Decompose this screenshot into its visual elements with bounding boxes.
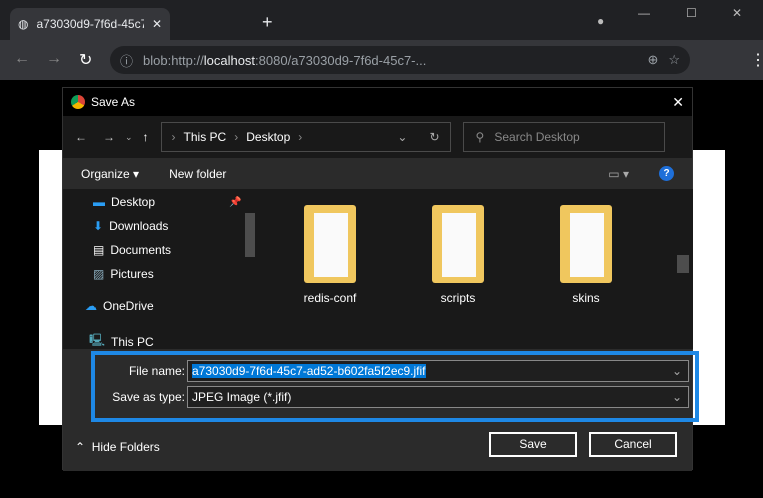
save-panel: File name: a73030d9-7f6d-45c7-ad52-b602f…: [63, 349, 699, 471]
zoom-icon[interactable]: ⊕: [647, 52, 658, 68]
globe-icon: ◍: [18, 17, 29, 31]
maximize-button[interactable]: ☐: [686, 6, 697, 20]
search-placeholder: Search Desktop: [494, 130, 580, 144]
nav-item-desktop[interactable]: ▬ Desktop: [93, 195, 155, 209]
info-icon: ⓘ: [120, 53, 134, 69]
refresh-icon[interactable]: ↻: [429, 130, 439, 144]
new-tab-button[interactable]: +: [262, 12, 273, 33]
command-bar: Organize ▾ New folder ▭ ▾ ?: [63, 158, 692, 189]
chrome-icon: [71, 95, 85, 109]
document-icon: ▤: [93, 243, 105, 257]
nav-label: This PC: [111, 334, 154, 349]
cancel-button[interactable]: Cancel: [589, 432, 677, 457]
breadcrumb[interactable]: › This PC › Desktop › ⌄ ↻: [160, 122, 451, 152]
forward-icon[interactable]: →: [46, 50, 62, 68]
url-text: blob:http://localhost:8080/a73030d9-7f6d…: [143, 53, 426, 68]
pin-icon: 📌: [229, 197, 242, 208]
minimize-button[interactable]: —: [638, 6, 650, 20]
tab-title: a73030d9-7f6d-45c7-ad52-b602fa5f2ec9.jfi…: [36, 17, 144, 31]
url-prefix: blob:http://: [143, 52, 204, 68]
folder-label: scripts: [440, 291, 476, 305]
save-type-select[interactable]: JPEG Image (*.jfif) ⌄: [187, 386, 689, 408]
navigation-pane: ▬ Desktop ⬇ Downloads ▤ Documents ▨ Pictures…: [63, 189, 259, 349]
nav-label: Downloads: [109, 219, 169, 233]
organize-button[interactable]: Organize ▾: [81, 167, 139, 181]
chevron-down-icon[interactable]: ⌄: [672, 390, 682, 404]
folder-label: skins: [572, 291, 600, 305]
nav-item-pictures[interactable]: ▨ Pictures: [93, 267, 154, 281]
nav-item-downloads[interactable]: ⬇ Downloads: [93, 219, 168, 233]
help-icon[interactable]: ?: [659, 166, 674, 181]
pictures-icon: ▨: [93, 267, 105, 281]
breadcrumb-desktop[interactable]: Desktop: [246, 130, 290, 144]
new-folder-button[interactable]: New folder: [169, 167, 226, 181]
nav-item-documents[interactable]: ▤ Documents: [93, 243, 171, 257]
url-rest: :8080/a73030d9-7f6d-45c7-...: [255, 52, 427, 68]
folder-item[interactable]: skins: [551, 205, 621, 305]
tab-strip: ◍ a73030d9-7f6d-45c7-ad52-b602fa5f2ec9.j…: [0, 0, 763, 40]
close-tab-icon[interactable]: ✕: [152, 17, 162, 31]
search-icon: ⚲: [475, 130, 485, 144]
profile-icon[interactable]: ●: [597, 14, 604, 28]
save-type-label: Save as type:: [112, 390, 185, 404]
url-host: localhost: [203, 52, 256, 68]
nav-item-onedrive[interactable]: ☁ OneDrive: [85, 299, 154, 313]
address-bar[interactable]: ⓘ blob:http://localhost:8080/a73030d9-7f…: [110, 46, 690, 74]
folder-icon: [304, 205, 356, 283]
browser-tab[interactable]: ◍ a73030d9-7f6d-45c7-ad52-b602fa5f2ec9.j…: [10, 8, 170, 40]
close-window-button[interactable]: ✕: [732, 6, 742, 20]
desktop-icon: ▬: [93, 195, 105, 209]
save-button[interactable]: Save: [489, 432, 577, 457]
file-name-label: File name:: [128, 364, 185, 378]
view-options-icon[interactable]: ▭ ▾: [608, 167, 629, 181]
dialog-titlebar: Save As ✕: [63, 88, 692, 116]
nav-label: OneDrive: [103, 299, 154, 313]
back-icon[interactable]: ←: [14, 50, 30, 68]
nav-label: Desktop: [111, 195, 156, 209]
folder-item[interactable]: redis-conf: [295, 205, 365, 305]
forward-icon[interactable]: →: [103, 130, 115, 144]
menu-icon[interactable]: ⋮: [750, 50, 763, 70]
nav-bar: ← → ⌄ ↑ › This PC › Desktop › ⌄ ↻ ⚲ Search D…: [63, 116, 692, 158]
file-name-value: a73030d9-7f6d-45c7-ad52-b602fa5f2ec9.jfi…: [192, 364, 426, 378]
folder-icon: [560, 205, 612, 283]
folder-icon: [432, 205, 484, 283]
reload-icon[interactable]: ↻: [79, 50, 92, 70]
hide-folders-label: Hide Folders: [91, 440, 160, 454]
folder-item[interactable]: scripts: [423, 205, 493, 305]
chevron-down-icon[interactable]: ⌄: [672, 364, 682, 378]
dialog-title: Save As: [91, 95, 136, 109]
file-name-input[interactable]: a73030d9-7f6d-45c7-ad52-b602fa5f2ec9.jfi…: [187, 360, 689, 382]
download-icon: ⬇: [93, 219, 104, 233]
up-icon[interactable]: ↑: [143, 130, 149, 144]
search-input[interactable]: ⚲ Search Desktop: [462, 122, 665, 152]
file-list: redis-conf scripts skins: [263, 189, 693, 349]
nav-label: Pictures: [110, 267, 154, 281]
close-dialog-button[interactable]: ✕: [672, 94, 684, 111]
nav-label: Documents: [110, 243, 172, 257]
breadcrumb-this-pc[interactable]: This PC: [184, 130, 227, 144]
files-scrollbar[interactable]: [677, 255, 689, 273]
cloud-icon: ☁: [85, 299, 97, 313]
save-type-value: JPEG Image (*.jfif): [192, 390, 292, 404]
folder-label: redis-conf: [303, 291, 357, 305]
hide-folders-button[interactable]: ⌃ Hide Folders: [75, 440, 160, 454]
save-as-dialog: Save As ✕ ← → ⌄ ↑ › This PC › Desktop › ⌄ ↻…: [62, 87, 699, 471]
nav-scrollbar[interactable]: [245, 213, 255, 257]
back-icon[interactable]: ←: [75, 130, 87, 144]
chevron-down-icon[interactable]: ⌄: [397, 130, 407, 144]
star-icon[interactable]: ☆: [668, 52, 680, 68]
recent-dropdown-icon[interactable]: ⌄: [125, 132, 133, 143]
